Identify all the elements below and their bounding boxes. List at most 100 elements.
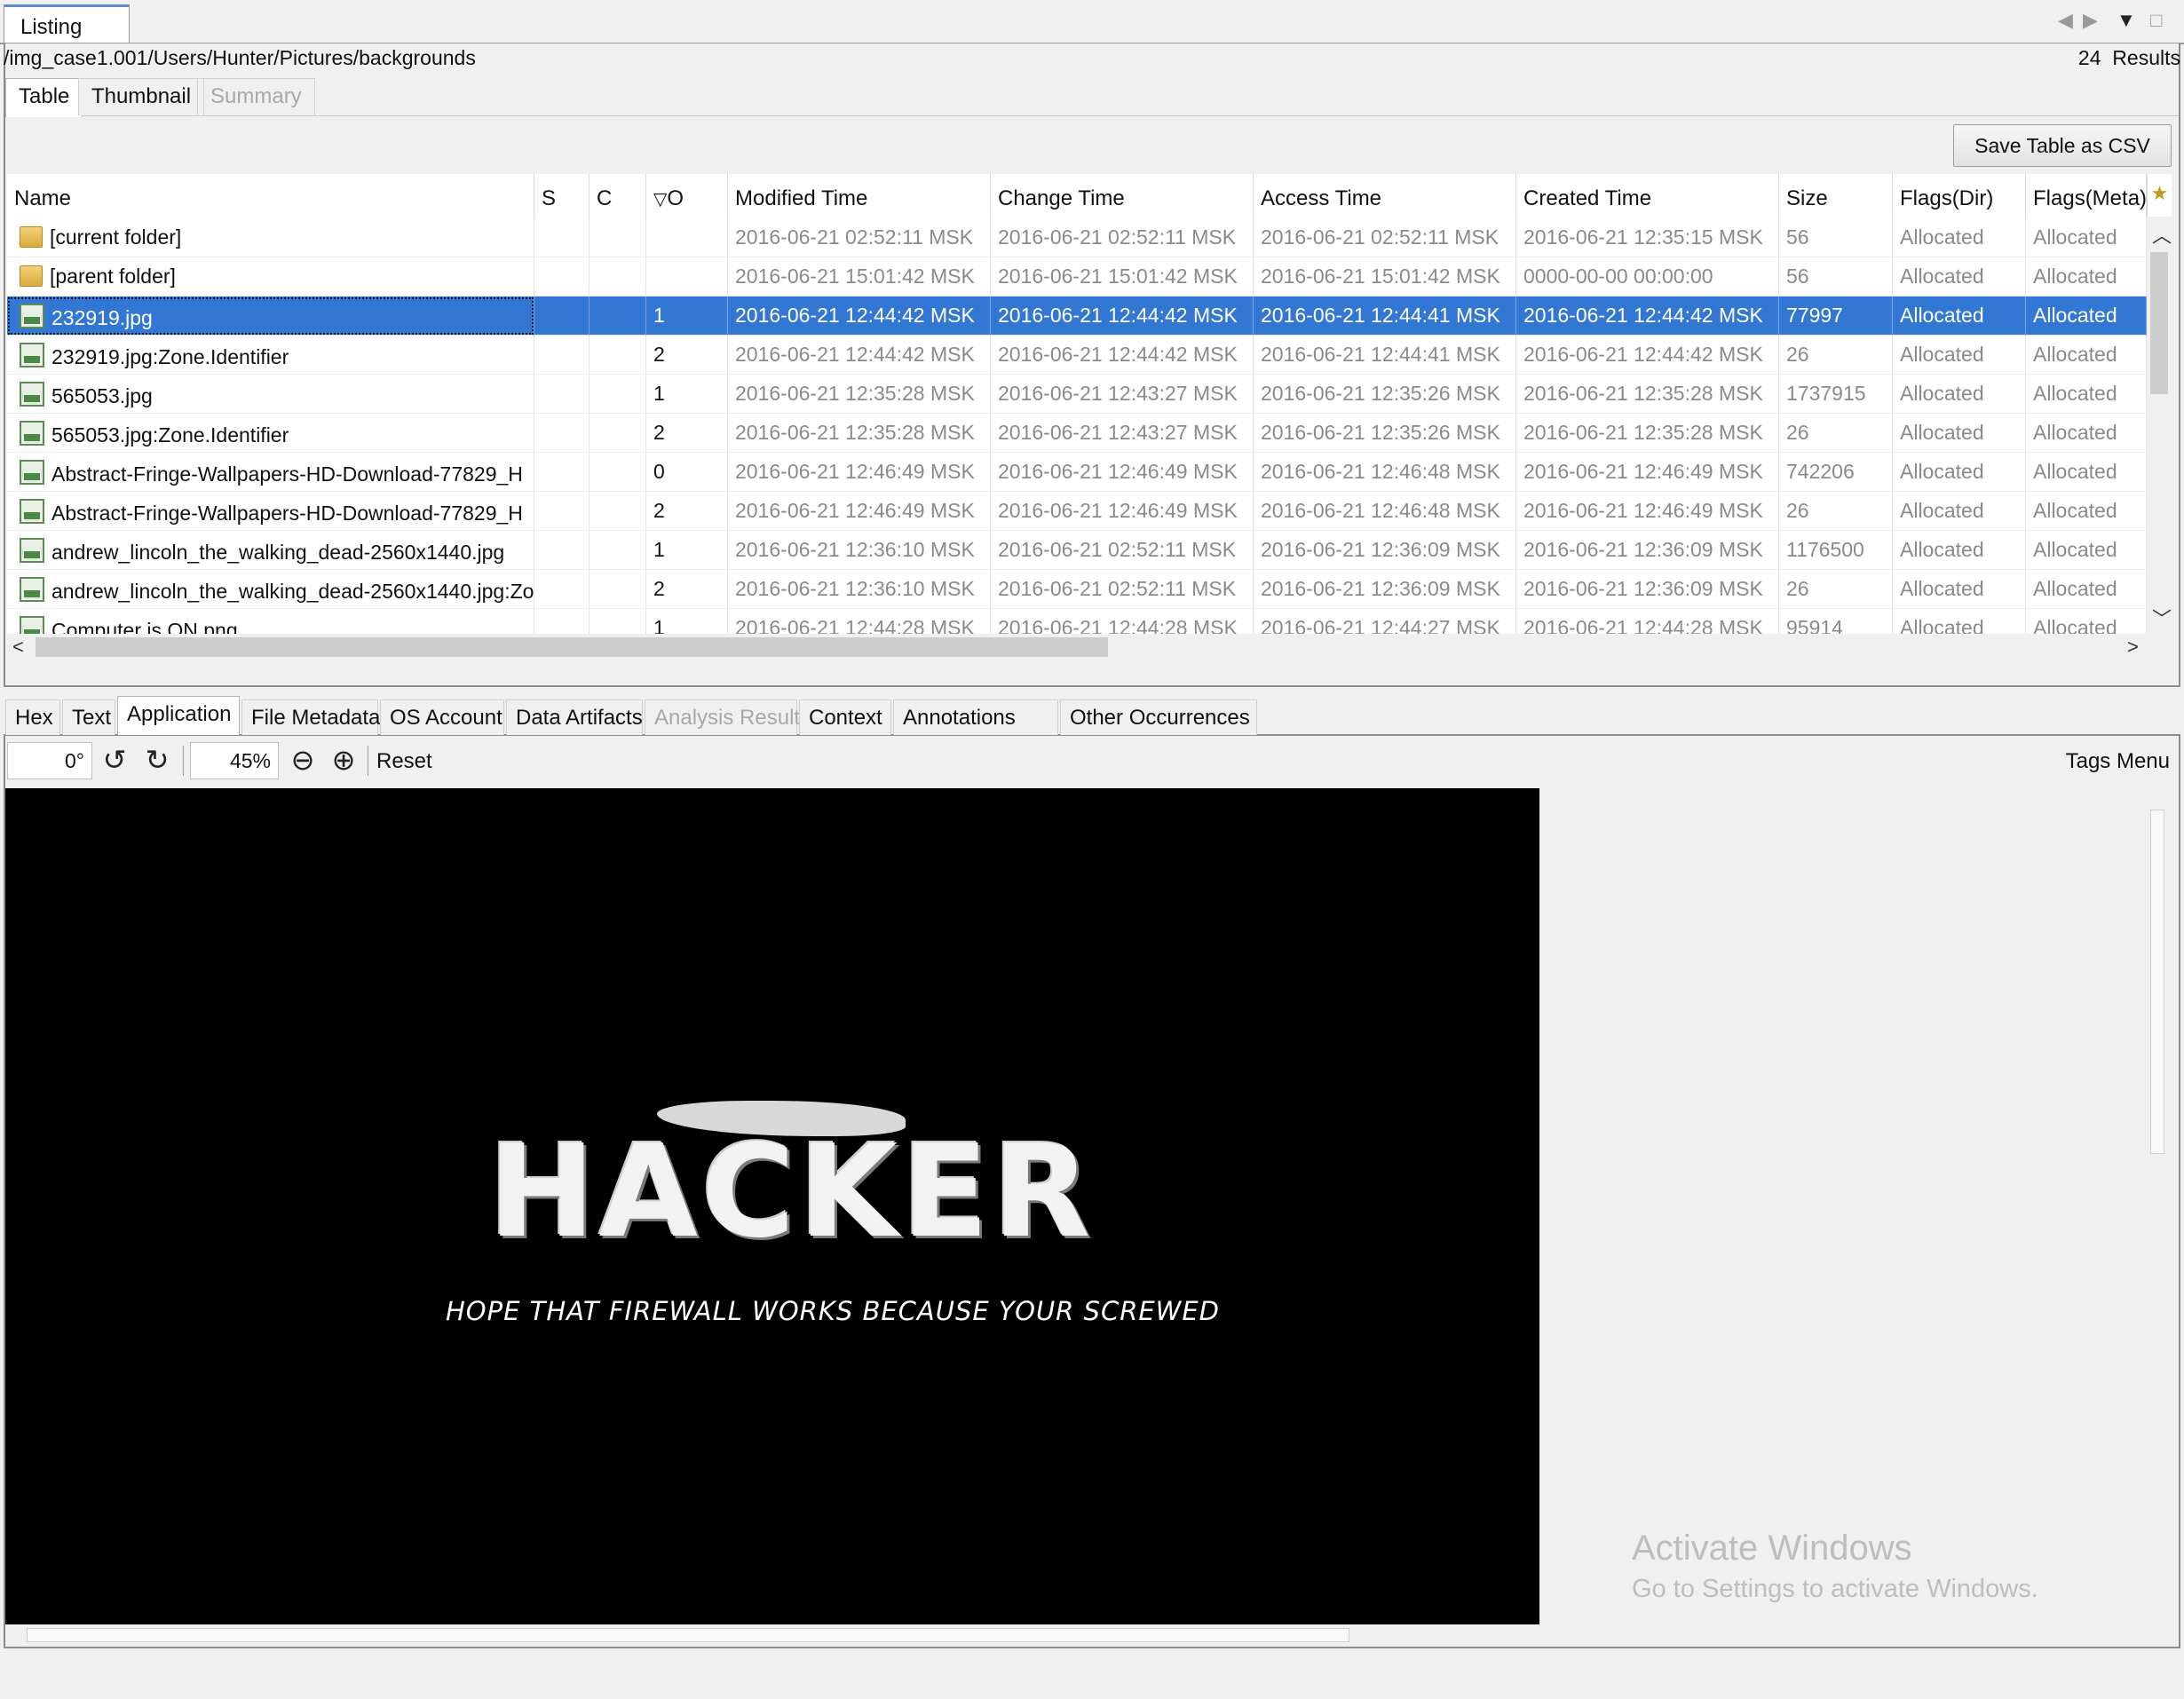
tab-file-metadata[interactable]: File Metadata <box>241 699 380 735</box>
column-header-flags-meta[interactable]: Flags(Meta) <box>2026 174 2147 218</box>
image-icon <box>20 616 44 636</box>
reset-button[interactable]: Reset <box>376 749 432 774</box>
column-header-o[interactable]: ▽O <box>646 174 728 218</box>
tab-os-account[interactable]: OS Account <box>380 699 504 735</box>
tab-data-artifacts[interactable]: Data Artifacts <box>506 699 643 735</box>
viewer-horizontal-scroll-thumb[interactable] <box>27 1628 1349 1642</box>
cell-size: 742206 <box>1779 453 1893 492</box>
tab-hex[interactable]: Hex <box>5 699 60 735</box>
cell-flags-dir: Allocated <box>1893 570 2026 609</box>
cell-access-time: 2016-06-21 02:52:11 MSK <box>1254 218 1516 257</box>
results-number: 24 <box>2077 46 2101 69</box>
tab-text[interactable]: Text <box>62 699 115 735</box>
tab-annotations[interactable]: Annotations <box>893 699 1058 735</box>
cell-change-time: 2016-06-21 12:44:42 MSK <box>991 336 1254 375</box>
cell-name: andrew_lincoln_the_walking_dead-2560x144… <box>7 531 534 570</box>
tab-context[interactable]: Context <box>799 699 891 735</box>
table-row[interactable]: 232919.jpg 1 2016-06-21 12:44:42 MSK 2016-0… <box>7 296 2147 336</box>
file-name: 232919.jpg:Zone.Identifier <box>51 345 289 368</box>
rotation-input[interactable]: 0° <box>7 742 92 779</box>
column-header-created-time[interactable]: Created Time <box>1516 174 1779 218</box>
cell-created-time: 2016-06-21 12:46:49 MSK <box>1516 453 1779 492</box>
cell-name: Computer is ON.png <box>7 609 534 636</box>
cell-name: 232919.jpg <box>7 296 534 336</box>
scroll-down-icon[interactable]: ﹀ <box>2152 604 2172 632</box>
cell-modified-time: 2016-06-21 12:46:49 MSK <box>728 453 991 492</box>
save-table-csv-button[interactable]: Save Table as CSV <box>1953 124 2172 167</box>
column-header-name[interactable]: Name <box>7 174 534 218</box>
table-row[interactable]: Abstract-Fringe-Wallpapers-HD-Download-7… <box>7 492 2147 531</box>
table-row[interactable]: 232919.jpg:Zone.Identifier 2 2016-06-21 12… <box>7 336 2147 375</box>
dropdown-icon[interactable]: ▼ <box>2117 9 2136 32</box>
cell-created-time: 2016-06-21 12:35:15 MSK <box>1516 218 1779 257</box>
viewer-vertical-scroll-thumb[interactable] <box>2150 810 2164 1154</box>
zoom-input[interactable]: 45% <box>190 742 279 779</box>
image-subtitle-text: HOPE THAT FIREWALL WORKS BECAUSE YOUR SC… <box>446 1296 1221 1326</box>
table-row[interactable]: [current folder] 2016-06-21 02:52:11 MSK 2… <box>7 218 2147 257</box>
cell-flags-dir: Allocated <box>1893 296 2026 336</box>
column-header-s[interactable]: S <box>534 174 590 218</box>
listing-tab[interactable]: Listing <box>4 4 130 43</box>
cell-name: Abstract-Fringe-Wallpapers-HD-Download-7… <box>7 453 534 492</box>
table-row[interactable]: 565053.jpg 1 2016-06-21 12:35:28 MSK 2016-0… <box>7 375 2147 414</box>
cell-flags-dir: Allocated <box>1893 492 2026 531</box>
cell-flags-meta: Allocated <box>2026 218 2147 257</box>
cell-size: 1737915 <box>1779 375 1893 414</box>
cell-s <box>534 492 590 531</box>
column-header-size[interactable]: Size <box>1779 174 1893 218</box>
cell-name: Abstract-Fringe-Wallpapers-HD-Download-7… <box>7 492 534 531</box>
rotate-right-icon[interactable]: ↻ <box>140 744 174 778</box>
table-row[interactable]: andrew_lincoln_the_walking_dead-2560x144… <box>7 570 2147 609</box>
image-icon <box>20 343 44 367</box>
scroll-right-icon[interactable]: > <box>2127 636 2139 659</box>
cell-size: 26 <box>1779 414 1893 453</box>
tab-other-occurrences[interactable]: Other Occurrences <box>1060 699 1257 735</box>
image-icon <box>20 460 44 485</box>
table-row[interactable]: 565053.jpg:Zone.Identifier 2 2016-06-21 12… <box>7 414 2147 453</box>
cell-created-time: 2016-06-21 12:44:28 MSK <box>1516 609 1779 636</box>
column-header-flags-dir[interactable]: Flags(Dir) <box>1893 174 2026 218</box>
maximize-icon[interactable]: □ <box>2150 9 2162 32</box>
cell-s <box>534 531 590 570</box>
cell-c <box>590 414 646 453</box>
cell-c <box>590 570 646 609</box>
cell-change-time: 2016-06-21 12:44:42 MSK <box>991 296 1254 336</box>
column-header-change-time[interactable]: Change Time <box>991 174 1254 218</box>
image-icon <box>20 577 44 602</box>
table-row[interactable]: Computer is ON.png 1 2016-06-21 12:44:28 M… <box>7 609 2147 636</box>
table-vertical-scroll-thumb[interactable] <box>2150 252 2168 394</box>
table-row[interactable]: [parent folder] 2016-06-21 15:01:42 MSK 20… <box>7 257 2147 296</box>
nav-right-icon[interactable]: ▶ <box>2083 9 2098 32</box>
zoom-out-icon[interactable]: ⊖ <box>286 744 320 778</box>
column-chooser-icon[interactable]: ★ <box>2147 174 2172 217</box>
zoom-in-icon[interactable]: ⊕ <box>327 744 360 778</box>
column-header-c[interactable]: C <box>590 174 646 218</box>
table-row[interactable]: andrew_lincoln_the_walking_dead-2560x144… <box>7 531 2147 570</box>
table-horizontal-scroll-thumb[interactable] <box>36 637 1108 657</box>
column-header-modified-time[interactable]: Modified Time <box>728 174 991 218</box>
cell-access-time: 2016-06-21 15:01:42 MSK <box>1254 257 1516 296</box>
rotate-left-icon[interactable]: ↺ <box>98 744 131 778</box>
tab-summary[interactable]: Summary <box>197 78 315 115</box>
scroll-up-icon[interactable]: ︿ <box>2152 220 2172 249</box>
column-header-access-time[interactable]: Access Time <box>1254 174 1516 218</box>
cell-created-time: 2016-06-21 12:36:09 MSK <box>1516 570 1779 609</box>
cell-created-time: 2016-06-21 12:35:28 MSK <box>1516 375 1779 414</box>
cell-modified-time: 2016-06-21 12:36:10 MSK <box>728 531 991 570</box>
cell-s <box>534 453 590 492</box>
tab-table[interactable]: Table <box>5 78 83 117</box>
cell-modified-time: 2016-06-21 12:35:28 MSK <box>728 414 991 453</box>
tab-analysis-results[interactable]: Analysis Results <box>645 699 811 735</box>
tab-application[interactable]: Application <box>117 696 240 735</box>
tags-menu-button[interactable]: Tags Menu <box>2066 749 2170 774</box>
file-name: 565053.jpg <box>51 384 153 407</box>
table-row[interactable]: Abstract-Fringe-Wallpapers-HD-Download-7… <box>7 453 2147 492</box>
folder-icon <box>20 265 43 287</box>
results-label: Results <box>2112 46 2180 69</box>
nav-left-icon[interactable]: ◀ <box>2058 9 2073 32</box>
results-table: Name S C ▽O Modified Time Change Time Ac… <box>7 174 2147 636</box>
cell-name: 565053.jpg:Zone.Identifier <box>7 414 534 453</box>
scroll-left-icon[interactable]: < <box>12 636 24 659</box>
cell-size: 56 <box>1779 257 1893 296</box>
tab-thumbnail[interactable]: Thumbnail <box>78 78 205 115</box>
